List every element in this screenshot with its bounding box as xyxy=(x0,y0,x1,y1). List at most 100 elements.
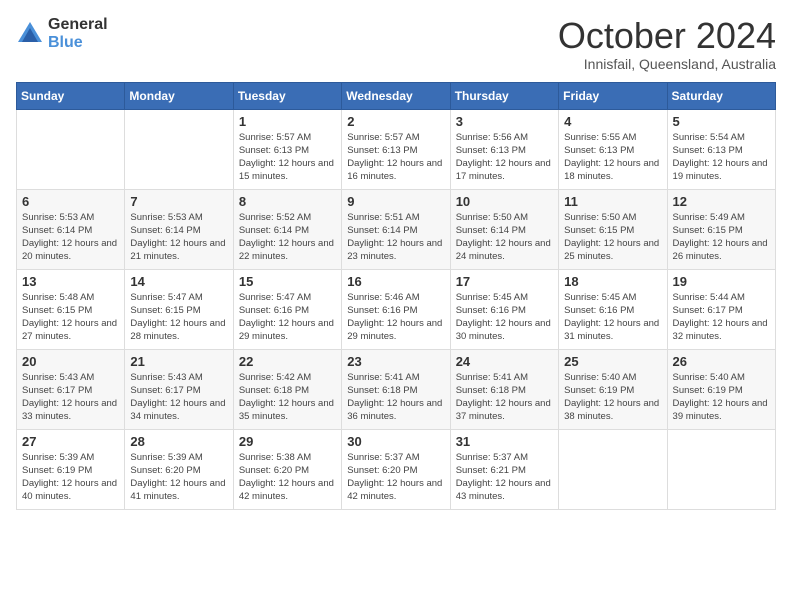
day-number: 29 xyxy=(239,434,336,449)
page-header: General Blue October 2024 Innisfail, Que… xyxy=(16,16,776,72)
weekday-header-saturday: Saturday xyxy=(667,82,775,109)
logo-icon xyxy=(16,20,44,48)
weekday-header-wednesday: Wednesday xyxy=(342,82,450,109)
day-info: Sunrise: 5:42 AM Sunset: 6:18 PM Dayligh… xyxy=(239,371,336,424)
day-info: Sunrise: 5:39 AM Sunset: 6:19 PM Dayligh… xyxy=(22,451,119,504)
day-cell: 14 Sunrise: 5:47 AM Sunset: 6:15 PM Dayli… xyxy=(125,269,233,349)
day-cell: 20 Sunrise: 5:43 AM Sunset: 6:17 PM Dayli… xyxy=(17,349,125,429)
weekday-header-thursday: Thursday xyxy=(450,82,558,109)
day-cell: 3 Sunrise: 5:56 AM Sunset: 6:13 PM Daylig… xyxy=(450,109,558,189)
weekday-header-tuesday: Tuesday xyxy=(233,82,341,109)
week-row-3: 13 Sunrise: 5:48 AM Sunset: 6:15 PM Dayli… xyxy=(17,269,776,349)
calendar-table: SundayMondayTuesdayWednesdayThursdayFrid… xyxy=(16,82,776,510)
day-cell: 19 Sunrise: 5:44 AM Sunset: 6:17 PM Dayli… xyxy=(667,269,775,349)
day-cell: 21 Sunrise: 5:43 AM Sunset: 6:17 PM Dayli… xyxy=(125,349,233,429)
day-info: Sunrise: 5:41 AM Sunset: 6:18 PM Dayligh… xyxy=(347,371,444,424)
day-number: 4 xyxy=(564,114,661,129)
day-cell xyxy=(17,109,125,189)
day-number: 14 xyxy=(130,274,227,289)
day-cell: 13 Sunrise: 5:48 AM Sunset: 6:15 PM Dayli… xyxy=(17,269,125,349)
day-number: 1 xyxy=(239,114,336,129)
day-cell: 28 Sunrise: 5:39 AM Sunset: 6:20 PM Dayli… xyxy=(125,429,233,509)
day-number: 9 xyxy=(347,194,444,209)
day-number: 27 xyxy=(22,434,119,449)
day-number: 6 xyxy=(22,194,119,209)
day-cell: 10Sunrise: 5:50 AM Sunset: 6:14 PM Dayli… xyxy=(450,189,558,269)
day-info: Sunrise: 5:54 AM Sunset: 6:13 PM Dayligh… xyxy=(673,131,770,184)
day-number: 21 xyxy=(130,354,227,369)
day-cell: 25 Sunrise: 5:40 AM Sunset: 6:19 PM Dayli… xyxy=(559,349,667,429)
logo: General Blue xyxy=(16,16,108,51)
logo-blue: Blue xyxy=(48,34,108,52)
day-cell: 9 Sunrise: 5:51 AM Sunset: 6:14 PM Daylig… xyxy=(342,189,450,269)
day-number: 30 xyxy=(347,434,444,449)
day-cell: 2Sunrise: 5:57 AM Sunset: 6:13 PM Daylig… xyxy=(342,109,450,189)
day-cell xyxy=(125,109,233,189)
day-info: Sunrise: 5:40 AM Sunset: 6:19 PM Dayligh… xyxy=(673,371,770,424)
day-info: Sunrise: 5:53 AM Sunset: 6:14 PM Dayligh… xyxy=(130,211,227,264)
day-number: 22 xyxy=(239,354,336,369)
weekday-header-monday: Monday xyxy=(125,82,233,109)
day-cell: 30Sunrise: 5:37 AM Sunset: 6:20 PM Dayli… xyxy=(342,429,450,509)
day-cell: 27 Sunrise: 5:39 AM Sunset: 6:19 PM Dayli… xyxy=(17,429,125,509)
day-number: 23 xyxy=(347,354,444,369)
day-cell: 12 Sunrise: 5:49 AM Sunset: 6:15 PM Dayli… xyxy=(667,189,775,269)
day-cell: 18Sunrise: 5:45 AM Sunset: 6:16 PM Dayli… xyxy=(559,269,667,349)
week-row-5: 27 Sunrise: 5:39 AM Sunset: 6:19 PM Dayli… xyxy=(17,429,776,509)
day-number: 8 xyxy=(239,194,336,209)
day-number: 11 xyxy=(564,194,661,209)
day-cell: 6 Sunrise: 5:53 AM Sunset: 6:14 PM Daylig… xyxy=(17,189,125,269)
day-info: Sunrise: 5:56 AM Sunset: 6:13 PM Dayligh… xyxy=(456,131,553,184)
day-info: Sunrise: 5:37 AM Sunset: 6:21 PM Dayligh… xyxy=(456,451,553,504)
day-info: Sunrise: 5:53 AM Sunset: 6:14 PM Dayligh… xyxy=(22,211,119,264)
day-info: Sunrise: 5:57 AM Sunset: 6:13 PM Dayligh… xyxy=(347,131,444,184)
day-info: Sunrise: 5:48 AM Sunset: 6:15 PM Dayligh… xyxy=(22,291,119,344)
title-section: October 2024 Innisfail, Queensland, Aust… xyxy=(558,16,776,72)
day-number: 28 xyxy=(130,434,227,449)
day-number: 17 xyxy=(456,274,553,289)
day-info: Sunrise: 5:49 AM Sunset: 6:15 PM Dayligh… xyxy=(673,211,770,264)
weekday-header-row: SundayMondayTuesdayWednesdayThursdayFrid… xyxy=(17,82,776,109)
day-info: Sunrise: 5:40 AM Sunset: 6:19 PM Dayligh… xyxy=(564,371,661,424)
day-cell: 1 Sunrise: 5:57 AM Sunset: 6:13 PM Daylig… xyxy=(233,109,341,189)
month-year-title: October 2024 xyxy=(558,16,776,56)
day-cell: 26 Sunrise: 5:40 AM Sunset: 6:19 PM Dayli… xyxy=(667,349,775,429)
day-cell: 8 Sunrise: 5:52 AM Sunset: 6:14 PM Daylig… xyxy=(233,189,341,269)
day-info: Sunrise: 5:51 AM Sunset: 6:14 PM Dayligh… xyxy=(347,211,444,264)
day-number: 24 xyxy=(456,354,553,369)
day-info: Sunrise: 5:52 AM Sunset: 6:14 PM Dayligh… xyxy=(239,211,336,264)
day-number: 19 xyxy=(673,274,770,289)
day-info: Sunrise: 5:41 AM Sunset: 6:18 PM Dayligh… xyxy=(456,371,553,424)
day-number: 31 xyxy=(456,434,553,449)
day-cell xyxy=(667,429,775,509)
weekday-header-sunday: Sunday xyxy=(17,82,125,109)
day-info: Sunrise: 5:55 AM Sunset: 6:13 PM Dayligh… xyxy=(564,131,661,184)
day-info: Sunrise: 5:57 AM Sunset: 6:13 PM Dayligh… xyxy=(239,131,336,184)
day-cell: 29Sunrise: 5:38 AM Sunset: 6:20 PM Dayli… xyxy=(233,429,341,509)
day-number: 7 xyxy=(130,194,227,209)
location-subtitle: Innisfail, Queensland, Australia xyxy=(558,56,776,72)
day-cell: 17Sunrise: 5:45 AM Sunset: 6:16 PM Dayli… xyxy=(450,269,558,349)
day-info: Sunrise: 5:39 AM Sunset: 6:20 PM Dayligh… xyxy=(130,451,227,504)
day-info: Sunrise: 5:46 AM Sunset: 6:16 PM Dayligh… xyxy=(347,291,444,344)
day-info: Sunrise: 5:43 AM Sunset: 6:17 PM Dayligh… xyxy=(22,371,119,424)
day-number: 25 xyxy=(564,354,661,369)
day-info: Sunrise: 5:43 AM Sunset: 6:17 PM Dayligh… xyxy=(130,371,227,424)
day-cell: 5Sunrise: 5:54 AM Sunset: 6:13 PM Daylig… xyxy=(667,109,775,189)
day-number: 13 xyxy=(22,274,119,289)
day-info: Sunrise: 5:47 AM Sunset: 6:16 PM Dayligh… xyxy=(239,291,336,344)
logo-general: General xyxy=(48,16,108,34)
day-cell: 11Sunrise: 5:50 AM Sunset: 6:15 PM Dayli… xyxy=(559,189,667,269)
week-row-1: 1 Sunrise: 5:57 AM Sunset: 6:13 PM Daylig… xyxy=(17,109,776,189)
day-cell: 16Sunrise: 5:46 AM Sunset: 6:16 PM Dayli… xyxy=(342,269,450,349)
day-number: 3 xyxy=(456,114,553,129)
day-cell: 7 Sunrise: 5:53 AM Sunset: 6:14 PM Daylig… xyxy=(125,189,233,269)
day-number: 15 xyxy=(239,274,336,289)
day-info: Sunrise: 5:44 AM Sunset: 6:17 PM Dayligh… xyxy=(673,291,770,344)
day-number: 20 xyxy=(22,354,119,369)
day-number: 12 xyxy=(673,194,770,209)
day-info: Sunrise: 5:50 AM Sunset: 6:14 PM Dayligh… xyxy=(456,211,553,264)
day-info: Sunrise: 5:47 AM Sunset: 6:15 PM Dayligh… xyxy=(130,291,227,344)
day-number: 26 xyxy=(673,354,770,369)
week-row-4: 20 Sunrise: 5:43 AM Sunset: 6:17 PM Dayli… xyxy=(17,349,776,429)
